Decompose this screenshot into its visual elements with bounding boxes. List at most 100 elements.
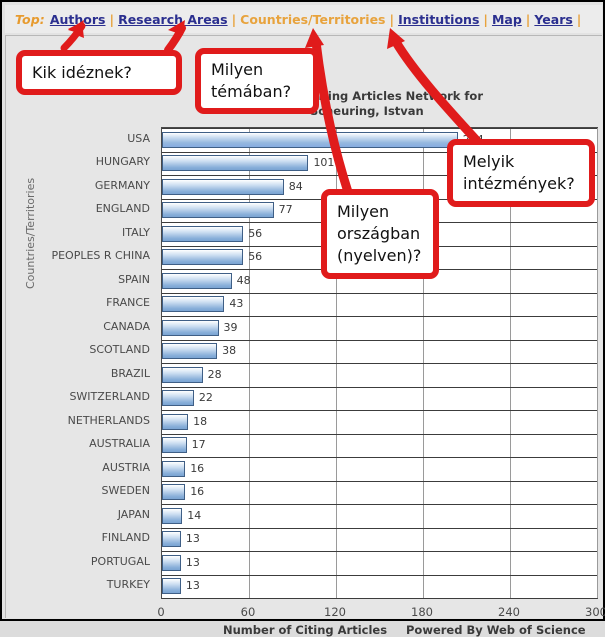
chart-title: Citing Articles Network for Scheuring, I… <box>310 89 570 119</box>
chart-title-line2: Scheuring, Istvan <box>310 104 424 118</box>
bar-australia[interactable] <box>162 437 187 454</box>
x-tick-300: 300 <box>585 605 605 619</box>
x-tick-120: 120 <box>324 605 346 619</box>
row-divider <box>162 457 597 458</box>
bar-value-brazil: 28 <box>207 367 222 381</box>
callout-who-cites-line1: Kik idéznek? <box>32 62 132 82</box>
y-label-turkey: TURKEY <box>106 578 150 592</box>
row-divider <box>162 293 597 294</box>
bar-value-canada: 39 <box>223 320 238 334</box>
y-label-england: ENGLAND <box>95 202 150 216</box>
top-navigation: Top: Authors | Research Areas | Countrie… <box>5 5 602 33</box>
bar-value-switzerland: 22 <box>198 391 213 405</box>
x-tick-0: 0 <box>157 605 165 619</box>
callout-what-topic: Milyen témában? <box>195 48 319 114</box>
callout-what-country-line3: (nyelven)? <box>337 246 422 265</box>
bar-value-austria: 16 <box>190 461 205 475</box>
y-label-france: FRANCE <box>106 296 150 310</box>
nav-link-research-areas[interactable]: Research Areas <box>118 12 227 27</box>
callout-what-topic-line1: Milyen <box>211 60 264 79</box>
y-label-italy: ITALY <box>121 225 150 239</box>
bar-value-france: 43 <box>229 297 244 311</box>
bar-sweden[interactable] <box>162 484 186 501</box>
screenshot-root: Top: Authors | Research Areas | Countrie… <box>0 0 605 637</box>
row-divider <box>162 481 597 482</box>
bar-france[interactable] <box>162 296 225 313</box>
bar-value-netherlands: 18 <box>193 414 208 428</box>
bar-value-sweden: 16 <box>190 485 205 499</box>
bar-usa[interactable] <box>162 131 458 148</box>
callout-what-institution-line1: Melyik <box>463 152 515 171</box>
bar-spain[interactable] <box>162 272 232 289</box>
y-label-switzerland: SWITZERLAND <box>69 390 150 404</box>
bar-brazil[interactable] <box>162 366 203 383</box>
callout-who-cites: Kik idéznek? <box>16 50 182 95</box>
row-divider <box>162 316 597 317</box>
row-divider <box>162 363 597 364</box>
y-label-spain: SPAIN <box>118 272 150 286</box>
bar-finland[interactable] <box>162 531 181 548</box>
bar-value-england: 77 <box>278 203 293 217</box>
bar-value-germany: 84 <box>288 179 303 193</box>
callout-what-institution-line2: intézmények? <box>463 174 575 193</box>
row-divider <box>162 504 597 505</box>
bar-italy[interactable] <box>162 225 244 242</box>
bar-canada[interactable] <box>162 319 219 336</box>
y-label-germany: GERMANY <box>94 178 150 192</box>
chart-canvas: Citing Articles Network for Scheuring, I… <box>10 39 605 637</box>
y-label-canada: CANADA <box>103 319 150 333</box>
bar-switzerland[interactable] <box>162 390 194 407</box>
x-axis-title: Number of Citing Articles <box>223 623 388 637</box>
bar-value-spain: 48 <box>236 273 251 287</box>
y-label-usa: USA <box>127 131 150 145</box>
row-divider <box>162 340 597 341</box>
y-label-hungary: HUNGARY <box>95 155 150 169</box>
bar-germany[interactable] <box>162 178 284 195</box>
bar-value-peoples-r-china: 56 <box>248 250 263 264</box>
bar-england[interactable] <box>162 202 274 219</box>
row-divider <box>162 598 597 599</box>
callout-what-country-line2: országban <box>337 224 421 243</box>
callout-what-institution: Melyik intézmények? <box>447 139 595 207</box>
bar-value-scotland: 38 <box>222 344 237 358</box>
bar-value-finland: 13 <box>185 532 200 546</box>
y-label-finland: FINLAND <box>101 531 150 545</box>
bar-value-italy: 56 <box>248 226 263 240</box>
bar-japan[interactable] <box>162 507 183 524</box>
bar-value-hungary: 101 <box>313 156 335 170</box>
bar-scotland[interactable] <box>162 343 218 360</box>
y-label-australia: AUSTRALIA <box>89 437 150 451</box>
bar-hungary[interactable] <box>162 155 309 172</box>
row-divider <box>162 387 597 388</box>
bar-turkey[interactable] <box>162 578 181 595</box>
bar-peoples-r-china[interactable] <box>162 249 244 266</box>
row-divider <box>162 551 597 552</box>
nav-separator: | <box>483 11 488 27</box>
y-label-japan: JAPAN <box>117 507 150 521</box>
nav-link-years[interactable]: Years <box>534 12 572 27</box>
nav-separator: | <box>109 11 115 27</box>
chart-title-line1: Citing Articles Network for <box>310 89 484 103</box>
callout-what-country-line1: Milyen <box>337 202 390 221</box>
nav-link-authors[interactable]: Authors <box>50 12 106 27</box>
x-tick-180: 180 <box>411 605 433 619</box>
nav-link-institutions[interactable]: Institutions <box>398 12 479 27</box>
nav-link-map[interactable]: Map <box>492 12 522 27</box>
nav-separator: | <box>576 11 582 27</box>
grid-line <box>597 128 598 598</box>
nav-prefix-label: Top: <box>15 11 45 27</box>
y-axis-tick-labels: USA HUNGARY GERMANY ENGLAND ITALY PEOPLES R C… <box>10 127 156 599</box>
row-divider <box>162 128 597 129</box>
nav-current-countries-territories[interactable]: Countries/Territories <box>240 12 385 27</box>
bar-netherlands[interactable] <box>162 413 189 430</box>
row-divider <box>162 528 597 529</box>
powered-by-label: Powered By Web of Science <box>406 623 586 637</box>
bar-austria[interactable] <box>162 460 186 477</box>
bar-value-japan: 14 <box>187 508 202 522</box>
x-tick-60: 60 <box>240 605 256 619</box>
y-label-portugal: PORTUGAL <box>90 554 150 568</box>
nav-separator: | <box>525 11 531 27</box>
x-tick-240: 240 <box>498 605 520 619</box>
bar-portugal[interactable] <box>162 554 181 571</box>
y-label-netherlands: NETHERLANDS <box>67 413 150 427</box>
